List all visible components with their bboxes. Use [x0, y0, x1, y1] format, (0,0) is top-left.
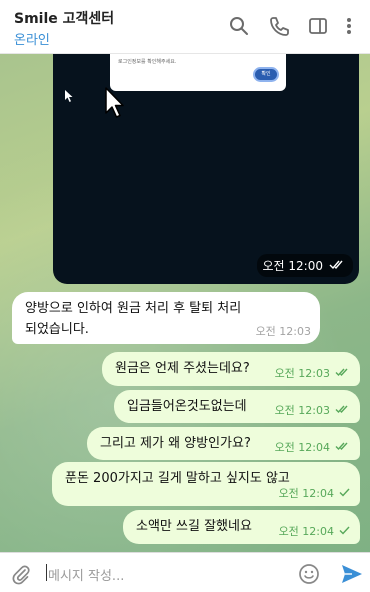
search-icon[interactable]: [228, 15, 250, 37]
double-check-icon: [335, 404, 351, 417]
send-icon[interactable]: [340, 563, 364, 585]
text-caret: [46, 564, 47, 581]
cursor-icon: [65, 87, 73, 106]
message-time: 오전 12:03: [255, 325, 311, 338]
double-check-icon: [329, 259, 347, 273]
dialog-text: 로그인정보를 확인해주세요.: [118, 59, 177, 65]
message-text: 입금들어온것도없는데: [127, 399, 247, 414]
message-meta: 오전 12:04: [275, 439, 351, 455]
cursor-icon: [105, 87, 125, 123]
message-meta: 오전 12:04: [279, 523, 351, 539]
message-meta: 오전 12:03: [275, 402, 351, 418]
message-bubble-outgoing[interactable]: 소액만 쓰길 잘했네요 오전 12:04: [123, 510, 360, 544]
paperclip-icon[interactable]: [10, 563, 32, 585]
check-icon: [339, 487, 351, 500]
sidebar-icon[interactable]: [307, 15, 329, 37]
chat-area[interactable]: 로그인정보를 확인해주세요. 확인 오전 12:00 양방으로 인하여 원금 처…: [0, 54, 370, 552]
message-time: 오전 12:03: [274, 367, 330, 380]
message-time: 오전 12:04: [278, 487, 334, 500]
message-meta: 오전 12:03: [275, 365, 351, 381]
message-text: 그리고 제가 왜 양방인가요?: [100, 436, 251, 451]
screenshot-dialog: 로그인정보를 확인해주세요. 확인: [110, 54, 286, 91]
double-check-icon: [335, 441, 351, 454]
message-meta: 오전 12:00: [256, 254, 353, 277]
message-text: 소액만 쓰길 잘했네요: [136, 519, 252, 534]
chat-header: Smile 고객센터 온라인: [0, 0, 370, 54]
message-bubble-outgoing[interactable]: 입금들어온것도없는데 오전 12:03: [114, 390, 360, 423]
online-status: 온라인: [14, 33, 50, 48]
message-bubble-outgoing[interactable]: 푼돈 200가지고 길게 말하고 싶지도 않고 오전 12:04: [52, 462, 360, 506]
message-bubble-outgoing[interactable]: 원금은 언제 주셨는데요? 오전 12:03: [102, 352, 360, 386]
message-meta: 오전 12:03: [256, 323, 311, 339]
more-vertical-icon[interactable]: [342, 15, 356, 37]
message-text: 원금은 언제 주셨는데요?: [115, 361, 250, 376]
message-text: 푼돈 200가지고 길게 말하고 싶지도 않고: [65, 471, 290, 486]
screenshot-message[interactable]: 로그인정보를 확인해주세요. 확인 오전 12:00: [53, 54, 359, 284]
message-text: 양방으로 인하여 원금 처리 후 탈퇴 처리 되었습니다.: [25, 301, 242, 337]
emoji-icon[interactable]: [298, 563, 320, 585]
dialog-confirm-button: 확인: [253, 67, 279, 82]
message-time: 오전 12:03: [274, 404, 330, 417]
message-meta: 오전 12:04: [279, 485, 351, 501]
message-input[interactable]: 메시지 작성...: [48, 565, 124, 584]
phone-icon[interactable]: [268, 15, 290, 37]
message-bubble-outgoing[interactable]: 그리고 제가 왜 양방인가요? 오전 12:04: [87, 427, 360, 460]
double-check-icon: [335, 367, 351, 380]
message-time: 오전 12:04: [274, 441, 330, 454]
message-bubble-incoming[interactable]: 양방으로 인하여 원금 처리 후 탈퇴 처리 되었습니다. 오전 12:03: [12, 292, 320, 344]
message-composer: 메시지 작성...: [0, 552, 370, 592]
message-time: 오전 12:04: [278, 525, 334, 538]
chat-title[interactable]: Smile 고객센터: [14, 8, 114, 28]
check-icon: [339, 525, 351, 538]
message-time: 오전 12:00: [262, 259, 323, 273]
